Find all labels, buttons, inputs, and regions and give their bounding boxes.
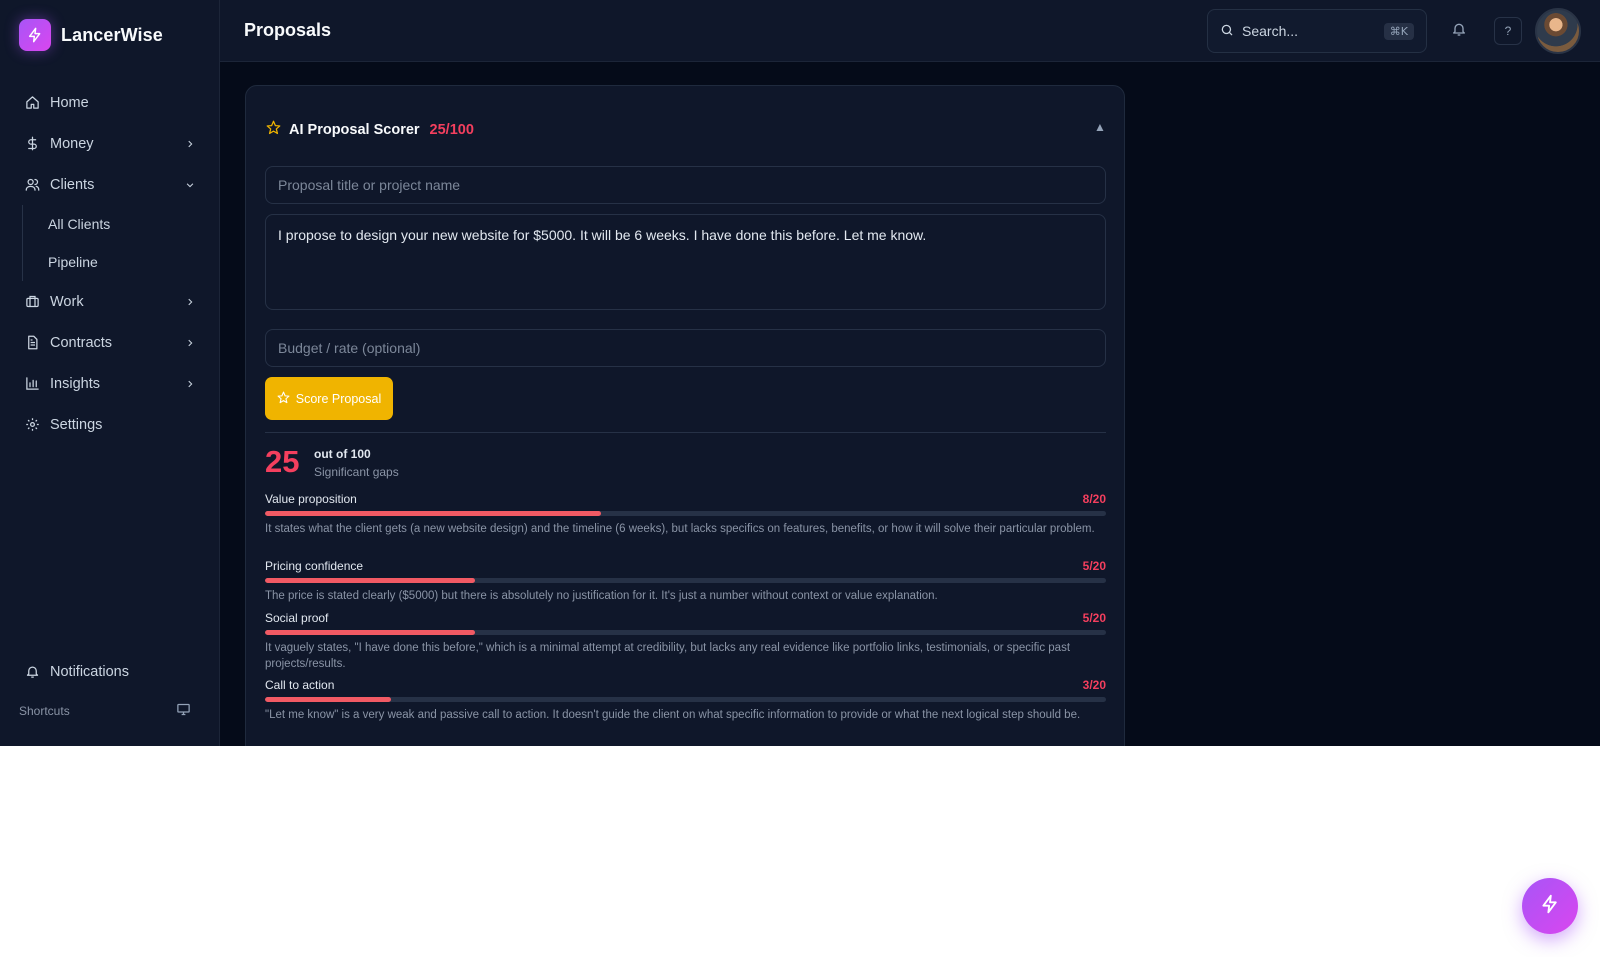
score-proposal-button[interactable]: Score Proposal — [265, 377, 393, 420]
search-icon — [1220, 23, 1234, 40]
criterion-feedback: "Let me know" is a very weak and passive… — [265, 709, 1081, 721]
chevron-right-icon — [184, 337, 196, 349]
search-shortcut-badge: ⌘K — [1383, 22, 1414, 40]
criterion-name: Pricing confidence — [265, 559, 364, 573]
app-shell: LancerWise Home Money Clients All Client… — [0, 0, 1600, 746]
chevron-right-icon — [184, 296, 196, 308]
chevron-down-icon — [184, 179, 196, 191]
proposal-scorer-card: AI Proposal Scorer 25/100 ▲ Proposal tit… — [245, 85, 1125, 746]
sidebar-bottom: Notifications — [12, 651, 208, 692]
briefcase-icon — [24, 294, 40, 310]
criterion-name: Call to action — [265, 678, 335, 692]
card-header: AI Proposal Scorer 25/100 — [266, 120, 474, 140]
gear-icon — [24, 417, 40, 433]
criterion-feedback: The price is stated clearly ($5000) but … — [265, 590, 938, 602]
sidebar-item-money[interactable]: Money — [12, 123, 208, 164]
help-button[interactable]: ? — [1494, 17, 1522, 45]
criterion-bar-fill — [265, 697, 392, 702]
sidebar-item-label: Insights — [50, 375, 100, 392]
sidebar-item-label: Contracts — [50, 334, 113, 351]
brand[interactable]: LancerWise — [19, 19, 163, 51]
criterion-bar-fill — [265, 511, 602, 516]
dollar-icon — [24, 136, 40, 152]
sidebar-item-label: Money — [50, 135, 94, 152]
criterion-bar — [265, 578, 1106, 583]
page-title: Proposals — [244, 20, 332, 40]
card-title: AI Proposal Scorer — [289, 122, 420, 138]
sidebar-item-settings[interactable]: Settings — [12, 404, 208, 445]
topbar: Proposals Search... ⌘K ? — [220, 0, 1600, 62]
chevron-right-icon — [184, 138, 196, 150]
criterion-score: 5/20 — [1082, 559, 1106, 573]
sidebar-item-label: Settings — [50, 416, 103, 433]
users-icon — [24, 177, 40, 193]
bolt-icon — [1540, 894, 1560, 919]
divider — [265, 432, 1106, 433]
criterion-score: 5/20 — [1082, 611, 1106, 625]
star-icon — [277, 391, 290, 407]
collapse-triangle-icon[interactable]: ▲ — [1094, 120, 1106, 134]
sidebar-item-contracts[interactable]: Contracts — [12, 322, 208, 363]
sidebar: LancerWise Home Money Clients All Client… — [0, 0, 220, 746]
sidebar-item-label: Home — [50, 94, 89, 111]
sidebar-subitem-all-clients[interactable]: All Clients — [23, 205, 208, 243]
criterion-bar-fill — [265, 578, 476, 583]
score-proposal-label: Score Proposal — [295, 391, 382, 406]
shortcuts-row[interactable]: Shortcuts — [19, 702, 191, 720]
criterion-social-proof: Social proof 5/20 It vaguely states, "I … — [265, 610, 1106, 672]
score-meta: out of 100 Significant gaps — [314, 447, 399, 479]
shortcuts-label: Shortcuts — [19, 704, 70, 718]
logo-bolt-icon — [19, 19, 51, 51]
criterion-feedback: It vaguely states, "I have done this bef… — [265, 642, 1071, 670]
app-name: LancerWise — [61, 24, 163, 45]
criterion-bar-fill — [265, 630, 476, 635]
criterion-feedback: It states what the client gets (a new we… — [265, 523, 1095, 535]
chevron-right-icon — [184, 378, 196, 390]
star-icon — [266, 120, 281, 140]
sidebar-item-label: Notifications — [50, 663, 129, 680]
clients-subnav: All Clients Pipeline — [22, 205, 208, 281]
criterion-score: 8/20 — [1082, 492, 1106, 506]
avatar[interactable] — [1535, 8, 1581, 54]
criterion-pricing-confidence: Pricing confidence 5/20 The price is sta… — [265, 558, 1106, 604]
score-verdict: Significant gaps — [314, 465, 399, 479]
notifications-bell-icon[interactable] — [1451, 21, 1469, 39]
sidebar-item-insights[interactable]: Insights — [12, 363, 208, 404]
score-out-of: out of 100 — [314, 447, 371, 461]
ai-assistant-fab[interactable] — [1522, 878, 1578, 934]
sidebar-subitem-pipeline[interactable]: Pipeline — [23, 243, 208, 281]
monitor-icon[interactable] — [176, 702, 191, 720]
search-placeholder: Search... — [1242, 23, 1299, 39]
criterion-bar — [265, 630, 1106, 635]
sidebar-item-home[interactable]: Home — [12, 82, 208, 123]
sidebar-nav: Home Money Clients All Clients Pipeline … — [12, 82, 208, 445]
sidebar-item-label: Clients — [50, 176, 95, 193]
sidebar-item-label: Work — [50, 293, 84, 310]
sidebar-item-notifications[interactable]: Notifications — [12, 651, 208, 692]
criterion-name: Social proof — [265, 611, 329, 625]
total-score: 25 — [265, 444, 300, 479]
proposal-title-input[interactable]: Proposal title or project name — [265, 166, 1106, 204]
criterion-value-proposition: Value proposition 8/20 It states what th… — [265, 491, 1106, 537]
criterion-score: 3/20 — [1082, 678, 1106, 692]
score-badge: 25/100 — [429, 122, 474, 138]
proposal-body-textarea[interactable]: I propose to design your new website for… — [265, 214, 1106, 310]
budget-input[interactable]: Budget / rate (optional) — [265, 329, 1106, 367]
sidebar-item-clients[interactable]: Clients — [12, 164, 208, 205]
criterion-call-to-action: Call to action 3/20 "Let me know" is a v… — [265, 677, 1106, 723]
home-icon — [24, 95, 40, 111]
search-input[interactable]: Search... ⌘K — [1207, 9, 1427, 53]
criterion-name: Value proposition — [265, 492, 357, 506]
file-icon — [24, 335, 40, 351]
bar-chart-icon — [24, 376, 40, 392]
criterion-bar — [265, 697, 1106, 702]
bell-icon — [24, 664, 40, 680]
sidebar-item-work[interactable]: Work — [12, 281, 208, 322]
criterion-bar — [265, 511, 1106, 516]
